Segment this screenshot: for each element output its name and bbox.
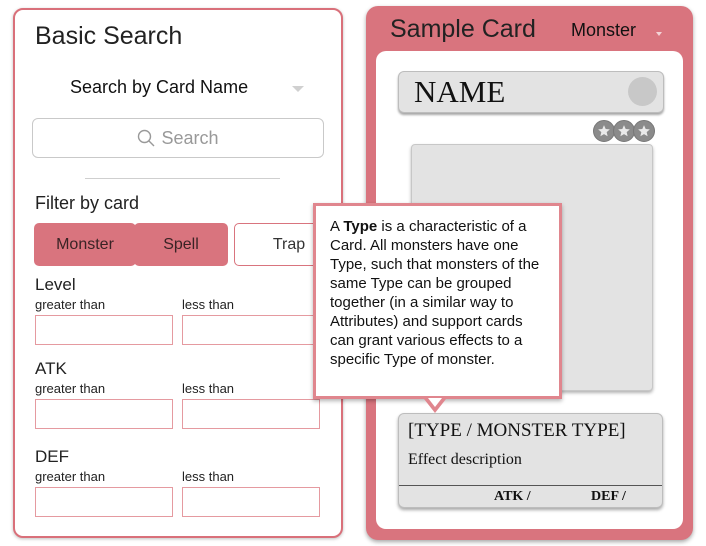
level-min-input[interactable] (35, 315, 173, 345)
atk-min-label: greater than (35, 381, 106, 396)
star-icon (633, 120, 655, 142)
atk-min-input[interactable] (35, 399, 173, 429)
chevron-down-icon[interactable] (292, 86, 304, 92)
card-description-box: [TYPE / MONSTER TYPE] Effect description… (398, 413, 663, 508)
atk-max-label: less than (182, 381, 235, 396)
card-panel-title: Sample Card (390, 15, 536, 43)
star-icon (593, 120, 615, 142)
search-mode-select[interactable]: Search by Card Name (70, 77, 248, 98)
atk-label: ATK (35, 359, 67, 378)
search-icon (138, 129, 155, 147)
card-effect[interactable]: Effect description (408, 451, 522, 469)
divider (399, 485, 662, 486)
divider (85, 178, 280, 179)
filter-monster-button[interactable]: Monster (34, 223, 136, 266)
card-def[interactable]: DEF / (591, 489, 626, 505)
card-kind-select[interactable]: Monster (571, 20, 636, 41)
card-name-bar[interactable]: NAME (398, 71, 664, 113)
level-max-label: less than (182, 297, 235, 312)
search-input[interactable]: Search (32, 118, 324, 158)
filter-label: Filter by card (35, 193, 140, 213)
search-placeholder: Search (161, 127, 219, 148)
level-label: Level (35, 275, 76, 294)
def-min-input[interactable] (35, 487, 173, 517)
def-min-label: greater than (35, 469, 106, 484)
tooltip-term: Type (343, 218, 378, 235)
tooltip-prefix: A (330, 218, 344, 235)
level-stars[interactable] (593, 120, 655, 142)
attribute-icon[interactable] (628, 77, 657, 106)
chevron-down-icon[interactable] (656, 32, 662, 36)
star-icon (613, 120, 635, 142)
tooltip-body: is a characteristic of a Card. All monst… (330, 218, 540, 368)
card-type-line[interactable]: [TYPE / MONSTER TYPE] (408, 420, 626, 442)
def-label: DEF (35, 447, 69, 466)
def-max-input[interactable] (182, 487, 320, 517)
card-atk[interactable]: ATK / (494, 489, 531, 505)
card-name: NAME (414, 74, 506, 109)
def-max-label: less than (182, 469, 235, 484)
type-tooltip: A Type is a characteristic of a Card. Al… (313, 203, 562, 399)
basic-search-panel: Basic Search Search by Card Name Search … (13, 8, 343, 538)
level-max-input[interactable] (182, 315, 320, 345)
filter-spell-button[interactable]: Spell (134, 223, 228, 266)
tooltip-arrow-fill (428, 398, 442, 407)
level-min-label: greater than (35, 297, 106, 312)
search-panel-title: Basic Search (35, 22, 183, 50)
atk-max-input[interactable] (182, 399, 320, 429)
